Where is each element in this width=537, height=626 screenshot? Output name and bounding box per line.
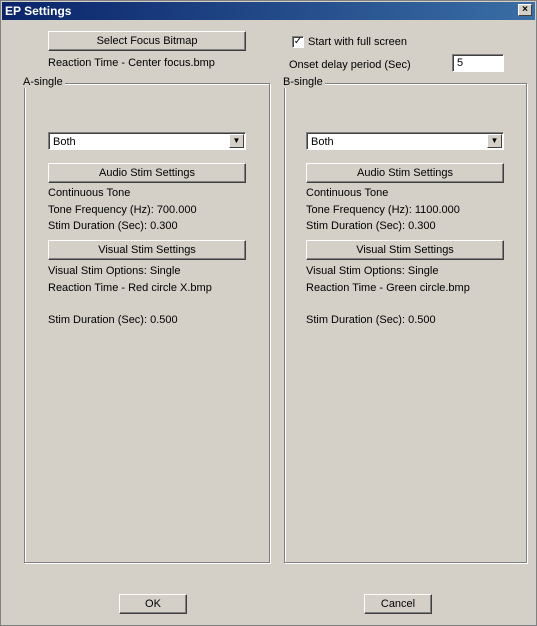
panel-a-visual-stim-button[interactable]: Visual Stim Settings [48, 240, 246, 260]
onset-delay-label: Onset delay period (Sec) [289, 59, 411, 71]
panel-a-tone-frequency: Tone Frequency (Hz): 700.000 [48, 204, 197, 216]
focus-bitmap-file: Reaction Time - Center focus.bmp [48, 57, 215, 69]
chevron-down-icon[interactable]: ▼ [229, 134, 244, 148]
title-bar[interactable]: EP Settings × [2, 2, 535, 20]
panel-b-tone-frequency: Tone Frequency (Hz): 1100.000 [306, 204, 460, 216]
window-title: EP Settings [5, 4, 72, 18]
panel-b-visual-file: Reaction Time - Green circle.bmp [306, 282, 470, 294]
onset-delay-input[interactable]: 5 [452, 54, 504, 72]
panel-b-visual-duration: Stim Duration (Sec): 0.500 [306, 314, 436, 326]
panel-a-mode-value: Both [53, 136, 76, 148]
panel-b-title: B-single [283, 76, 325, 88]
panel-b-tone-type: Continuous Tone [306, 187, 389, 199]
panel-a-audio-stim-button[interactable]: Audio Stim Settings [48, 163, 246, 183]
panel-b-visual-options: Visual Stim Options: Single [306, 265, 439, 277]
panel-b-visual-stim-button[interactable]: Visual Stim Settings [306, 240, 504, 260]
chevron-down-icon[interactable]: ▼ [487, 134, 502, 148]
panel-b-audio-duration: Stim Duration (Sec): 0.300 [306, 220, 436, 232]
panel-a-visual-file: Reaction Time - Red circle X.bmp [48, 282, 212, 294]
panel-a-title: A-single [23, 76, 65, 88]
panel-a-tone-type: Continuous Tone [48, 187, 131, 199]
select-focus-bitmap-button[interactable]: Select Focus Bitmap [48, 31, 246, 51]
panel-b-audio-stim-button[interactable]: Audio Stim Settings [306, 163, 504, 183]
panel-a-audio-duration: Stim Duration (Sec): 0.300 [48, 220, 178, 232]
panel-b-mode-select[interactable]: Both ▼ [306, 132, 504, 150]
ok-button[interactable]: OK [119, 594, 187, 614]
ep-settings-window: EP Settings × Select Focus Bitmap Reacti… [0, 0, 537, 626]
panel-a-mode-select[interactable]: Both ▼ [48, 132, 246, 150]
close-button[interactable]: × [518, 4, 532, 16]
fullscreen-checkbox[interactable]: ✓ [292, 36, 304, 48]
fullscreen-label: Start with full screen [308, 36, 408, 48]
panel-a-visual-options: Visual Stim Options: Single [48, 265, 181, 277]
checkmark-icon: ✓ [293, 36, 303, 47]
panel-b-mode-value: Both [311, 136, 334, 148]
cancel-button[interactable]: Cancel [364, 594, 432, 614]
panel-a-visual-duration: Stim Duration (Sec): 0.500 [48, 314, 178, 326]
